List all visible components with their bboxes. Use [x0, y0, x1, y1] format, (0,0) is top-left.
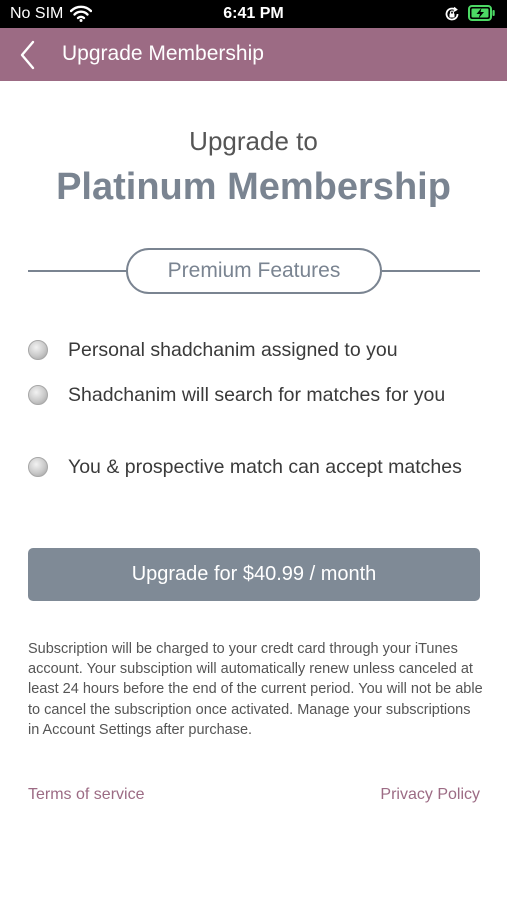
feature-item: Shadchanim will search for matches for y…	[28, 382, 480, 436]
status-bar: No SIM 6:41 PM	[0, 0, 507, 28]
battery-charging-icon	[468, 5, 496, 26]
bullet-icon	[28, 457, 48, 477]
nav-title: Upgrade Membership	[62, 42, 264, 65]
status-time: 6:41 PM	[223, 5, 284, 22]
feature-label: You & prospective match can accept match…	[68, 456, 462, 478]
divider-line-right	[382, 270, 480, 272]
orientation-lock-icon	[444, 6, 460, 27]
bullet-icon	[28, 340, 48, 360]
nav-bar: Upgrade Membership	[0, 28, 507, 81]
premium-features-header: Premium Features	[28, 248, 480, 294]
divider-line-left	[28, 270, 127, 272]
back-button[interactable]	[14, 38, 46, 72]
subscription-disclaimer: Subscription will be charged to your cre…	[28, 641, 483, 738]
feature-item: You & prospective match can accept match…	[28, 454, 480, 508]
feature-label: Personal shadchanim assigned to you	[68, 339, 398, 361]
chevron-left-icon	[20, 40, 35, 70]
upgrade-button[interactable]: Upgrade for $40.99 / month	[28, 548, 480, 601]
headline-upgrade-to: Upgrade to	[189, 126, 318, 156]
headline-membership-name: Platinum Membership	[56, 166, 451, 208]
terms-of-service-link[interactable]: Terms of service	[28, 786, 144, 804]
premium-features-pill: Premium Features	[126, 248, 382, 294]
feature-label: Shadchanim will search for matches for y…	[68, 384, 446, 406]
privacy-policy-link[interactable]: Privacy Policy	[380, 786, 480, 804]
feature-item: Personal shadchanim assigned to you	[28, 337, 480, 365]
bullet-icon	[28, 385, 48, 405]
